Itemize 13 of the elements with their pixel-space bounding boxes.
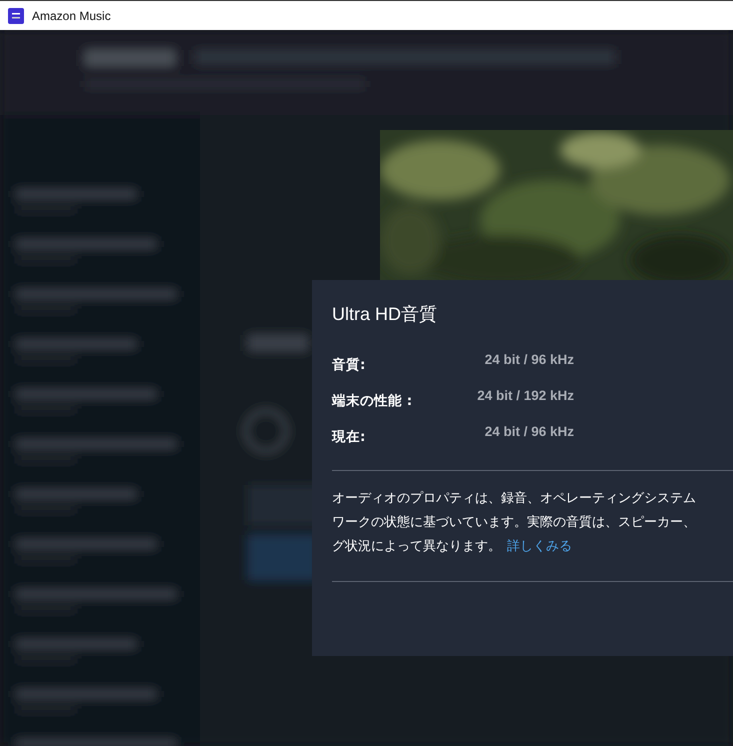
learn-more-link[interactable]: 詳しくみる	[507, 535, 572, 559]
window-title: Amazon Music	[32, 8, 111, 22]
description-text: オーディオのプロパティは、録音、オペレーティングシステム	[332, 490, 696, 508]
property-value: 24 bit / 96 kHz	[484, 424, 574, 441]
dialog-title: Ultra HD音質	[332, 303, 438, 326]
app-logo-icon	[8, 8, 24, 24]
description-text: グ状況によって異なります。	[332, 538, 501, 556]
description-text: ワークの状態に基づいています。実際の音質は、スピーカー、	[332, 514, 696, 532]
property-value: 24 bit / 192 kHz	[477, 388, 574, 405]
property-label: 端末の性能 :	[332, 392, 414, 410]
property-value: 24 bit / 96 kHz	[484, 352, 574, 369]
property-label: 現在:	[332, 428, 366, 446]
property-label: 音質:	[332, 356, 366, 374]
